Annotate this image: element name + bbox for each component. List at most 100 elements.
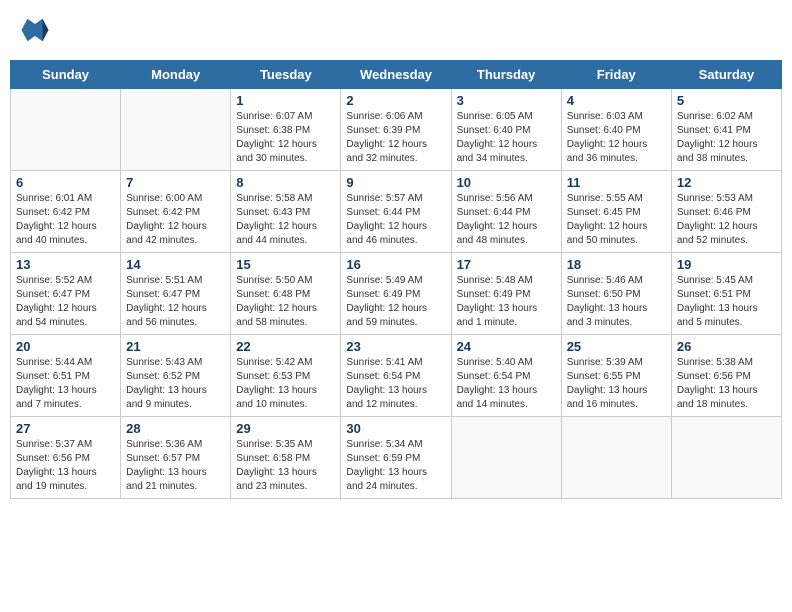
- calendar-week-row: 20 Sunrise: 5:44 AM Sunset: 6:51 PM Dayli…: [11, 335, 782, 417]
- day-info: Sunrise: 5:51 AM Sunset: 6:47 PM Dayligh…: [126, 274, 225, 330]
- calendar-day-cell: 23 Sunrise: 5:41 AM Sunset: 6:54 PM Dayli…: [341, 335, 451, 417]
- calendar-day-cell: 8 Sunrise: 5:58 AM Sunset: 6:43 PM Daylig…: [231, 171, 341, 253]
- calendar-day-cell: 16Sunrise: 5:49 AM Sunset: 6:49 PM Dayli…: [341, 253, 451, 335]
- day-number: 12: [677, 175, 776, 190]
- day-number: 17: [457, 257, 556, 272]
- calendar-day-cell: [561, 417, 671, 499]
- day-of-week-header: Tuesday: [231, 61, 341, 89]
- day-info: Sunrise: 5:55 AM Sunset: 6:45 PM Dayligh…: [567, 192, 666, 248]
- day-number: 10: [457, 175, 556, 190]
- day-number: 22: [236, 339, 335, 354]
- day-info: Sunrise: 5:36 AM Sunset: 6:57 PM Dayligh…: [126, 438, 225, 494]
- calendar-day-cell: 1 Sunrise: 6:07 AM Sunset: 6:38 PM Daylig…: [231, 89, 341, 171]
- day-number: 25: [567, 339, 666, 354]
- day-number: 6: [16, 175, 115, 190]
- day-number: 4: [567, 93, 666, 108]
- day-info: Sunrise: 5:35 AM Sunset: 6:58 PM Dayligh…: [236, 438, 335, 494]
- calendar-day-cell: [451, 417, 561, 499]
- day-of-week-header: Wednesday: [341, 61, 451, 89]
- day-info: Sunrise: 5:40 AM Sunset: 6:54 PM Dayligh…: [457, 356, 556, 412]
- calendar-day-cell: 5 Sunrise: 6:02 AM Sunset: 6:41 PM Daylig…: [671, 89, 781, 171]
- calendar-day-cell: 7 Sunrise: 6:00 AM Sunset: 6:42 PM Daylig…: [121, 171, 231, 253]
- calendar-day-cell: 13 Sunrise: 5:52 AM Sunset: 6:47 PM Dayli…: [11, 253, 121, 335]
- day-number: 27: [16, 421, 115, 436]
- logo-icon: [20, 15, 50, 45]
- calendar-day-cell: 30 Sunrise: 5:34 AM Sunset: 6:59 PM Dayli…: [341, 417, 451, 499]
- day-info: Sunrise: 5:37 AM Sunset: 6:56 PM Dayligh…: [16, 438, 115, 494]
- day-number: 15: [236, 257, 335, 272]
- day-number: 29: [236, 421, 335, 436]
- day-info: Sunrise: 5:50 AM Sunset: 6:48 PM Dayligh…: [236, 274, 335, 330]
- day-of-week-header: Saturday: [671, 61, 781, 89]
- calendar-day-cell: 10 Sunrise: 5:56 AM Sunset: 6:44 PM Dayli…: [451, 171, 561, 253]
- day-number: 14: [126, 257, 225, 272]
- calendar-day-cell: 26 Sunrise: 5:38 AM Sunset: 6:56 PM Dayli…: [671, 335, 781, 417]
- day-number: 24: [457, 339, 556, 354]
- day-info: Sunrise: 5:44 AM Sunset: 6:51 PM Dayligh…: [16, 356, 115, 412]
- day-number: 23: [346, 339, 445, 354]
- calendar-day-cell: 2 Sunrise: 6:06 AM Sunset: 6:39 PM Daylig…: [341, 89, 451, 171]
- day-number: 13: [16, 257, 115, 272]
- calendar-day-cell: 20 Sunrise: 5:44 AM Sunset: 6:51 PM Dayli…: [11, 335, 121, 417]
- calendar-day-cell: 6Sunrise: 6:01 AM Sunset: 6:42 PM Daylig…: [11, 171, 121, 253]
- day-of-week-header: Sunday: [11, 61, 121, 89]
- calendar-day-cell: 28 Sunrise: 5:36 AM Sunset: 6:57 PM Dayli…: [121, 417, 231, 499]
- calendar-day-cell: 25 Sunrise: 5:39 AM Sunset: 6:55 PM Dayli…: [561, 335, 671, 417]
- day-number: 2: [346, 93, 445, 108]
- header: [10, 10, 782, 50]
- day-info: Sunrise: 5:53 AM Sunset: 6:46 PM Dayligh…: [677, 192, 776, 248]
- day-number: 7: [126, 175, 225, 190]
- calendar-day-cell: 17Sunrise: 5:48 AM Sunset: 6:49 PM Dayli…: [451, 253, 561, 335]
- calendar-day-cell: 15 Sunrise: 5:50 AM Sunset: 6:48 PM Dayli…: [231, 253, 341, 335]
- day-info: Sunrise: 5:34 AM Sunset: 6:59 PM Dayligh…: [346, 438, 445, 494]
- day-of-week-header: Monday: [121, 61, 231, 89]
- day-info: Sunrise: 5:52 AM Sunset: 6:47 PM Dayligh…: [16, 274, 115, 330]
- day-info: Sunrise: 5:39 AM Sunset: 6:55 PM Dayligh…: [567, 356, 666, 412]
- day-number: 9: [346, 175, 445, 190]
- day-info: Sunrise: 6:03 AM Sunset: 6:40 PM Dayligh…: [567, 110, 666, 166]
- day-info: Sunrise: 6:05 AM Sunset: 6:40 PM Dayligh…: [457, 110, 556, 166]
- day-info: Sunrise: 5:45 AM Sunset: 6:51 PM Dayligh…: [677, 274, 776, 330]
- day-info: Sunrise: 5:38 AM Sunset: 6:56 PM Dayligh…: [677, 356, 776, 412]
- day-number: 18: [567, 257, 666, 272]
- calendar-week-row: 1 Sunrise: 6:07 AM Sunset: 6:38 PM Daylig…: [11, 89, 782, 171]
- calendar-day-cell: [11, 89, 121, 171]
- calendar-week-row: 6Sunrise: 6:01 AM Sunset: 6:42 PM Daylig…: [11, 171, 782, 253]
- day-number: 3: [457, 93, 556, 108]
- day-info: Sunrise: 5:58 AM Sunset: 6:43 PM Dayligh…: [236, 192, 335, 248]
- calendar-day-cell: 24 Sunrise: 5:40 AM Sunset: 6:54 PM Dayli…: [451, 335, 561, 417]
- day-info: Sunrise: 5:43 AM Sunset: 6:52 PM Dayligh…: [126, 356, 225, 412]
- calendar-day-cell: 22 Sunrise: 5:42 AM Sunset: 6:53 PM Dayli…: [231, 335, 341, 417]
- day-info: Sunrise: 5:41 AM Sunset: 6:54 PM Dayligh…: [346, 356, 445, 412]
- day-number: 8: [236, 175, 335, 190]
- day-number: 1: [236, 93, 335, 108]
- day-info: Sunrise: 5:56 AM Sunset: 6:44 PM Dayligh…: [457, 192, 556, 248]
- day-number: 26: [677, 339, 776, 354]
- day-number: 30: [346, 421, 445, 436]
- calendar-day-cell: 19 Sunrise: 5:45 AM Sunset: 6:51 PM Dayli…: [671, 253, 781, 335]
- calendar-header-row: SundayMondayTuesdayWednesdayThursdayFrid…: [11, 61, 782, 89]
- day-of-week-header: Thursday: [451, 61, 561, 89]
- calendar-day-cell: 11 Sunrise: 5:55 AM Sunset: 6:45 PM Dayli…: [561, 171, 671, 253]
- day-info: Sunrise: 6:06 AM Sunset: 6:39 PM Dayligh…: [346, 110, 445, 166]
- day-info: Sunrise: 6:00 AM Sunset: 6:42 PM Dayligh…: [126, 192, 225, 248]
- calendar-day-cell: 29 Sunrise: 5:35 AM Sunset: 6:58 PM Dayli…: [231, 417, 341, 499]
- calendar-day-cell: 4 Sunrise: 6:03 AM Sunset: 6:40 PM Daylig…: [561, 89, 671, 171]
- day-number: 20: [16, 339, 115, 354]
- calendar-day-cell: [671, 417, 781, 499]
- calendar-day-cell: 9Sunrise: 5:57 AM Sunset: 6:44 PM Daylig…: [341, 171, 451, 253]
- day-number: 16: [346, 257, 445, 272]
- day-info: Sunrise: 6:02 AM Sunset: 6:41 PM Dayligh…: [677, 110, 776, 166]
- day-info: Sunrise: 6:07 AM Sunset: 6:38 PM Dayligh…: [236, 110, 335, 166]
- day-number: 5: [677, 93, 776, 108]
- calendar-day-cell: 12 Sunrise: 5:53 AM Sunset: 6:46 PM Dayli…: [671, 171, 781, 253]
- day-number: 11: [567, 175, 666, 190]
- day-info: Sunrise: 5:46 AM Sunset: 6:50 PM Dayligh…: [567, 274, 666, 330]
- day-info: Sunrise: 5:42 AM Sunset: 6:53 PM Dayligh…: [236, 356, 335, 412]
- day-of-week-header: Friday: [561, 61, 671, 89]
- calendar-week-row: 27 Sunrise: 5:37 AM Sunset: 6:56 PM Dayli…: [11, 417, 782, 499]
- day-number: 28: [126, 421, 225, 436]
- calendar-day-cell: [121, 89, 231, 171]
- day-number: 19: [677, 257, 776, 272]
- calendar-day-cell: 27 Sunrise: 5:37 AM Sunset: 6:56 PM Dayli…: [11, 417, 121, 499]
